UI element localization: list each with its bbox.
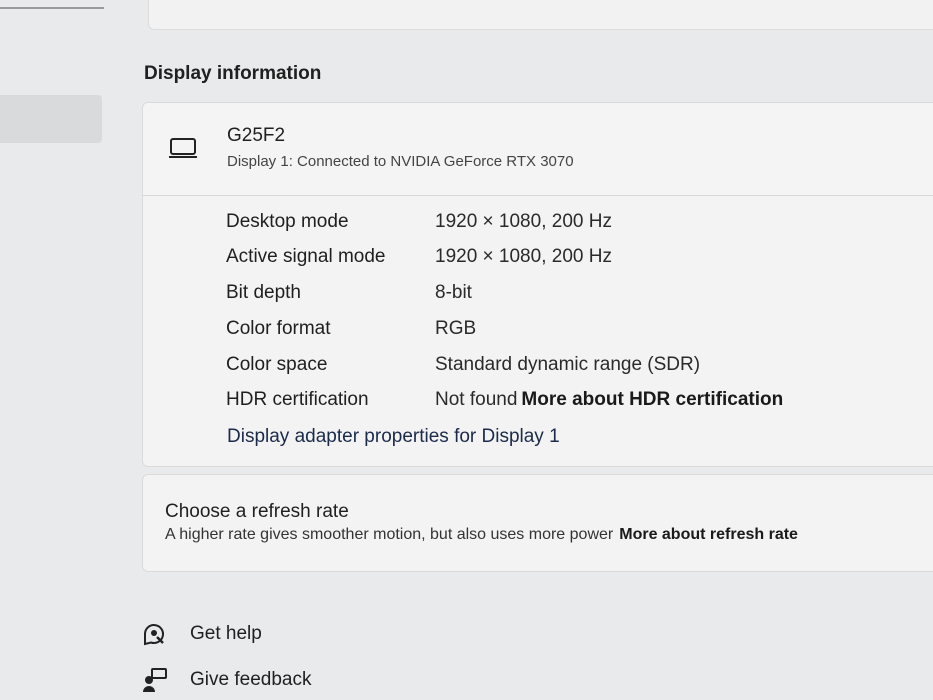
nav-selected-item[interactable]: [0, 95, 102, 143]
property-label: Active signal mode: [226, 246, 386, 267]
property-value: 1920 × 1080, 200 Hz: [435, 211, 612, 232]
settings-page: Display information G25F2 Display 1: Con…: [0, 0, 933, 700]
hdr-certification-link[interactable]: More about HDR certification: [521, 389, 783, 410]
property-label: Color format: [226, 318, 331, 339]
help-icon: [144, 624, 164, 646]
refresh-rate-link[interactable]: More about refresh rate: [619, 526, 798, 543]
property-value: Standard dynamic range (SDR): [435, 354, 701, 375]
property-value: 1920 × 1080, 200 Hz: [435, 246, 612, 267]
property-value: 8-bit: [435, 282, 472, 303]
property-value: Not found: [435, 389, 518, 410]
property-value: RGB: [435, 318, 477, 339]
refresh-rate-title: Choose a refresh rate: [165, 501, 349, 522]
section-title: Display information: [144, 63, 322, 84]
refresh-rate-description: A higher rate gives smoother motion, but…: [165, 526, 614, 543]
nav-divider: [0, 7, 104, 9]
refresh-rate-description-wrap: A higher rate gives smoother motion, but…: [165, 526, 798, 544]
display-adapter-properties-link[interactable]: Display adapter properties for Display 1: [227, 426, 560, 448]
property-label: Desktop mode: [226, 211, 349, 232]
monitor-name: G25F2: [227, 125, 286, 146]
property-label: Color space: [226, 354, 328, 375]
feedback-icon: [143, 668, 167, 692]
display-info-card: G25F2 Display 1: Connected to NVIDIA GeF…: [142, 102, 933, 467]
property-value-wrap: Not found More about HDR certification: [435, 389, 783, 411]
give-feedback-label: Give feedback: [190, 669, 312, 690]
display-info-header: G25F2 Display 1: Connected to NVIDIA GeF…: [143, 103, 933, 196]
previous-settings-card[interactable]: [148, 0, 933, 30]
monitor-icon: [169, 138, 197, 158]
refresh-rate-card[interactable]: Choose a refresh rate A higher rate give…: [142, 474, 933, 572]
property-label: Bit depth: [226, 282, 301, 303]
monitor-connection: Display 1: Connected to NVIDIA GeForce R…: [227, 153, 574, 170]
get-help-label: Get help: [190, 623, 262, 644]
property-label: HDR certification: [226, 389, 369, 410]
